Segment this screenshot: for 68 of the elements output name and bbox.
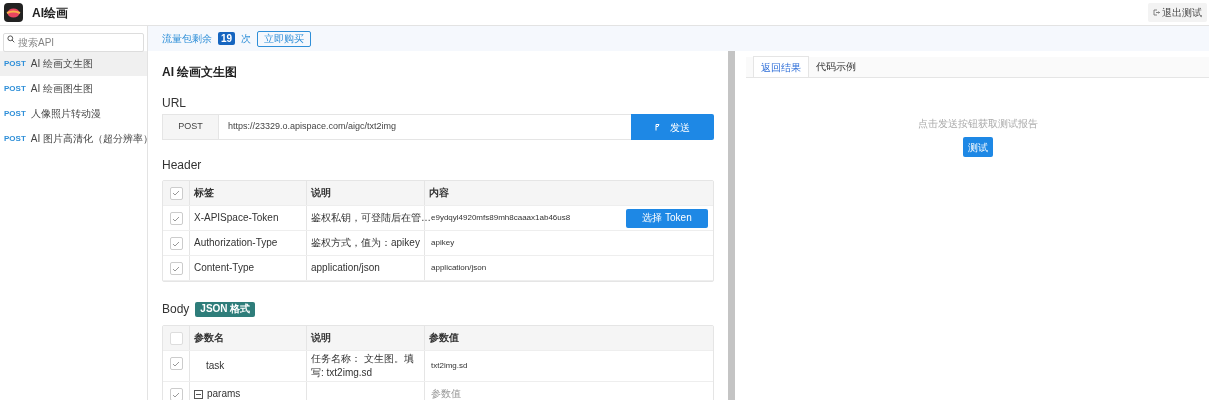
exit-test-button[interactable]: 退出测试 [1148, 3, 1207, 22]
column-header: 标签 [189, 181, 306, 205]
search-field[interactable]: 搜索API [3, 33, 144, 52]
check-icon [172, 189, 180, 197]
column-header: 参数值 [424, 326, 713, 350]
scrollbar[interactable] [728, 51, 735, 400]
check-icon [172, 359, 180, 368]
method-field: POST [162, 114, 219, 140]
check-icon [172, 390, 180, 399]
search-icon [7, 35, 15, 43]
test-button[interactable]: 测试 [962, 137, 993, 157]
field-description: 任务名称： 文生图。填写: txt2img.sd [311, 352, 415, 380]
checkbox[interactable] [169, 388, 183, 400]
check-icon [172, 214, 180, 223]
method-label: POST [4, 57, 26, 70]
app-logo-icon [4, 3, 23, 22]
checkbox[interactable] [169, 237, 183, 250]
send-button[interactable]: 发送 [631, 114, 714, 140]
field-description: application/json [311, 261, 380, 275]
send-icon [655, 123, 661, 131]
field-name: task [205, 359, 225, 373]
column-header: 说明 [306, 181, 424, 205]
check-icon [172, 239, 180, 248]
check-icon [172, 264, 180, 273]
api-name: AI 绘画文生图 [30, 57, 93, 71]
section-heading: URL [162, 95, 187, 111]
quota-label: 流量包剩余 [162, 32, 212, 46]
field-name: Authorization-Type [194, 236, 278, 250]
field-description: 鉴权私钥，可登陆后在管… [311, 211, 431, 225]
column-header: 参数名 [189, 326, 306, 350]
column-header: 说明 [306, 326, 424, 350]
field-value: e9ydqyl4920mfs89mh8caaax1ab46us8 [431, 212, 571, 224]
collapse-icon[interactable] [194, 389, 203, 399]
api-list-item[interactable]: POST AI 绘画文生图 [0, 51, 147, 76]
section-heading: Header [162, 157, 203, 173]
result-tab[interactable]: 返回结果 [753, 56, 809, 77]
checkbox[interactable] [169, 331, 183, 345]
section-heading: Body [162, 301, 190, 317]
field-value: apikey [431, 237, 455, 249]
field-description: 鉴权方式，值为：apikey [311, 236, 420, 250]
exit-icon [1153, 9, 1160, 16]
checkbox[interactable] [169, 357, 183, 370]
field-name: Content-Type [194, 261, 255, 275]
buy-now-button[interactable]: 立即购买 [257, 30, 312, 47]
api-title: AI 绘画文生图 [162, 64, 239, 80]
format-badge: JSON 格式 [195, 301, 256, 317]
method-label: POST [4, 132, 26, 145]
checkbox[interactable] [169, 262, 183, 275]
empty-hint: 点击发送按钮获取测试报告 [917, 117, 1038, 131]
url-field[interactable]: https://23329.o.apispace.com/aigc/txt2img [219, 114, 631, 140]
checkbox[interactable] [169, 212, 183, 225]
method-label: POST [4, 82, 26, 95]
quota-unit: 次 [241, 32, 252, 46]
field-name: X-APISpace-Token [194, 211, 279, 225]
api-name: AI 绘画图生图 [30, 82, 93, 96]
api-list-item[interactable]: POST AI 绘画图生图 [0, 76, 147, 101]
quota-count: 19 [218, 32, 236, 45]
result-tab[interactable]: 代码示例 [809, 56, 863, 77]
field-value: txt2img.sd [431, 360, 468, 372]
column-header: 内容 [424, 181, 713, 205]
select-token-button[interactable]: 选择 Token [626, 208, 708, 228]
app-title: AI绘画 [32, 4, 68, 22]
field-value: application/json [431, 262, 487, 274]
api-list-item[interactable]: POST 人像照片转动漫 [0, 101, 147, 126]
method-label: POST [4, 107, 26, 120]
field-name: params [207, 387, 241, 400]
checkbox[interactable] [169, 186, 183, 200]
api-name: 人像照片转动漫 [30, 107, 101, 121]
